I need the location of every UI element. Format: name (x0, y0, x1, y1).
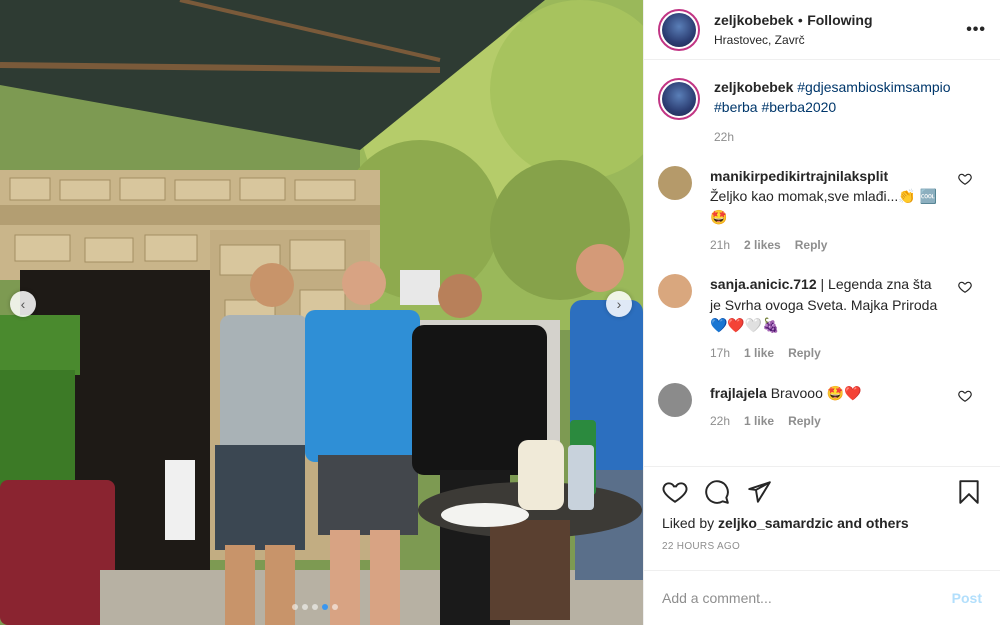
caption-username[interactable]: zeljkobebek (714, 79, 793, 95)
comment-time[interactable]: 21h (710, 237, 730, 254)
comment-time[interactable]: 22h (710, 413, 730, 430)
author-avatar[interactable] (658, 8, 700, 51)
carousel-next-button[interactable]: › (606, 291, 632, 317)
comment-text: Bravooo 🤩❤️ (770, 384, 862, 401)
post-timestamp[interactable]: 22 HOURS AGO (662, 541, 982, 552)
hashtag-link[interactable]: #berba2020 (761, 99, 836, 115)
bookmark-icon[interactable] (956, 479, 982, 505)
carousel-dot (332, 604, 338, 610)
comment-icon[interactable] (704, 479, 730, 505)
post-comment-button[interactable]: Post (952, 590, 982, 606)
instagram-post: ‹ › zeljkobebek • Following Hrastovec, Z… (0, 0, 1000, 625)
carousel-prev-button[interactable]: ‹ (10, 291, 36, 317)
caption-avatar[interactable] (658, 78, 700, 120)
heart-icon[interactable] (958, 172, 972, 186)
comment-likes[interactable]: 1 like (744, 345, 774, 362)
post-actions: Liked by zeljko_samardzic and others 22 … (644, 466, 1000, 552)
post-location[interactable]: Hrastovec, Zavrč (714, 33, 966, 48)
reply-button[interactable]: Reply (795, 237, 828, 254)
commenter-avatar[interactable] (658, 165, 692, 200)
liked-by-prefix: Liked by (662, 515, 719, 531)
comment-likes[interactable]: 1 like (744, 413, 774, 430)
carousel-dot-active (322, 604, 328, 610)
share-icon[interactable] (746, 479, 772, 505)
hashtag-link[interactable]: #gdjesambioskimsampio (797, 79, 950, 95)
carousel-dot (292, 604, 298, 610)
chevron-left-icon: ‹ (20, 296, 26, 312)
comment-item: manikirpedikirtrajnilaksplit Željko kao … (658, 165, 986, 254)
comment-text: Željko kao momak,sve mlađi...👏 🆒🤩 (710, 188, 938, 225)
author-username[interactable]: zeljkobebek (714, 12, 793, 28)
add-comment-bar: Post (644, 570, 1000, 625)
comment-item: sanja.anicic.712 | Legenda zna šta je Sv… (658, 274, 986, 362)
carousel-dot (312, 604, 318, 610)
post-photo[interactable]: ‹ › (0, 0, 643, 625)
hashtag-link[interactable]: #berba (714, 99, 758, 115)
photo-illustration (0, 0, 643, 625)
reply-button[interactable]: Reply (788, 345, 821, 362)
commenter-username[interactable]: sanja.anicic.712 (710, 276, 817, 292)
post-caption: zeljkobebek #gdjesambioskimsampio #berba… (658, 60, 986, 146)
separator-dot: • (797, 12, 803, 28)
comment-likes[interactable]: 2 likes (744, 237, 781, 254)
carousel-indicator (292, 604, 338, 610)
reply-button[interactable]: Reply (788, 413, 821, 430)
comments-list: zeljkobebek #gdjesambioskimsampio #berba… (644, 60, 1000, 430)
comment-time[interactable]: 17h (710, 345, 730, 362)
carousel-dot (302, 604, 308, 610)
commenter-username[interactable]: manikirpedikirtrajnilaksplit (710, 166, 938, 186)
more-options-icon[interactable]: ••• (966, 21, 986, 39)
liked-by-others[interactable]: and others (833, 515, 909, 531)
post-header: zeljkobebek • Following Hrastovec, Zavrč… (644, 0, 1000, 60)
post-side-panel: zeljkobebek • Following Hrastovec, Zavrč… (643, 0, 1000, 625)
liked-by-user[interactable]: zeljko_samardzic (718, 515, 833, 531)
liked-by-text: Liked by zeljko_samardzic and others (662, 515, 982, 531)
commenter-avatar[interactable] (658, 382, 692, 417)
caption-time[interactable]: 22h (714, 129, 986, 146)
heart-icon[interactable] (958, 280, 972, 294)
heart-icon[interactable] (958, 389, 972, 403)
chevron-right-icon: › (616, 296, 622, 312)
comment-item: frajlajela Bravooo 🤩❤️ 22h 1 like Reply (658, 382, 986, 431)
following-button[interactable]: Following (807, 12, 872, 28)
commenter-avatar[interactable] (658, 274, 692, 309)
heart-icon[interactable] (662, 479, 688, 505)
comment-input[interactable] (662, 590, 952, 606)
commenter-username[interactable]: frajlajela (710, 385, 767, 401)
